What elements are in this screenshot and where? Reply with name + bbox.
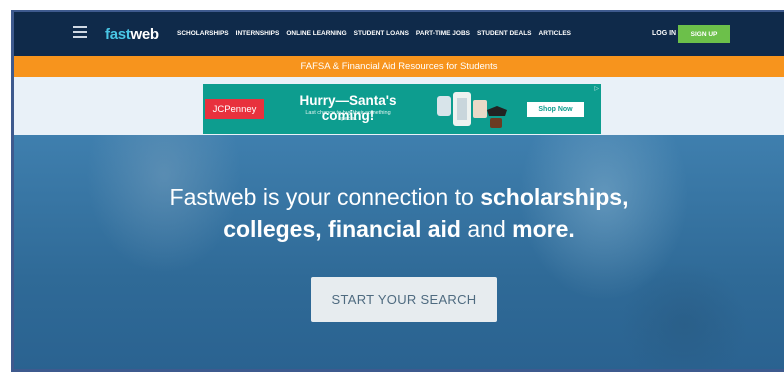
nav-link-scholarships[interactable]: SCHOLARSHIPS (177, 30, 229, 37)
nav-link-articles[interactable]: ARTICLES (539, 30, 572, 37)
hamburger-menu-icon[interactable] (73, 26, 87, 38)
ad-subtext: Last chance to buy their something speci… (305, 110, 391, 122)
hero-line-1: Fastweb is your connection to scholarshi… (14, 181, 784, 213)
nav-links: SCHOLARSHIPS INTERNSHIPS ONLINE LEARNING… (177, 30, 571, 37)
jcpenney-logo: JCPenney (205, 99, 264, 119)
hero-headline: Fastweb is your connection to scholarshi… (14, 181, 784, 245)
logo-suffix: web (130, 26, 159, 43)
hero-scholarships-text: scholarships, (480, 184, 629, 210)
login-link[interactable]: LOG IN (652, 30, 676, 37)
hero-more-text: more. (512, 216, 575, 242)
fastweb-logo[interactable]: fastweb (105, 26, 159, 43)
top-navigation: fastweb SCHOLARSHIPS INTERNSHIPS ONLINE … (14, 12, 784, 56)
signup-button[interactable]: SIGN UP (678, 25, 730, 43)
hero-line-1-text: Fastweb is your connection to (169, 184, 481, 210)
hero-and-text: and (460, 216, 513, 242)
jcpenney-advertisement[interactable]: JCPenney Hurry—Santa's coming! Last chan… (203, 84, 601, 134)
shop-now-button[interactable]: Shop Now (527, 102, 584, 117)
financial-aid-banner-link[interactable]: FAFSA & Financial Aid Resources for Stud… (301, 61, 498, 72)
ad-product-images (437, 92, 507, 128)
nav-link-part-time-jobs[interactable]: PART-TIME JOBS (416, 30, 470, 37)
financial-aid-banner: FAFSA & Financial Aid Resources for Stud… (14, 56, 784, 77)
hero-colleges-text: colleges, financial aid (223, 216, 461, 242)
start-your-search-button[interactable]: START YOUR SEARCH (311, 277, 497, 322)
ad-strip: JCPenney Hurry—Santa's coming! Last chan… (14, 77, 784, 135)
nav-link-student-loans[interactable]: STUDENT LOANS (354, 30, 409, 37)
hero-section: Fastweb is your connection to scholarshi… (14, 135, 784, 369)
browser-viewport: fastweb SCHOLARSHIPS INTERNSHIPS ONLINE … (11, 10, 784, 372)
ad-choices-icon[interactable]: ▷ (594, 85, 599, 92)
nav-link-internships[interactable]: INTERNSHIPS (236, 30, 280, 37)
nav-link-student-deals[interactable]: STUDENT DEALS (477, 30, 532, 37)
nav-link-online-learning[interactable]: ONLINE LEARNING (286, 30, 346, 37)
hero-line-2: colleges, financial aid and more. (14, 213, 784, 245)
logo-prefix: fast (105, 26, 131, 43)
